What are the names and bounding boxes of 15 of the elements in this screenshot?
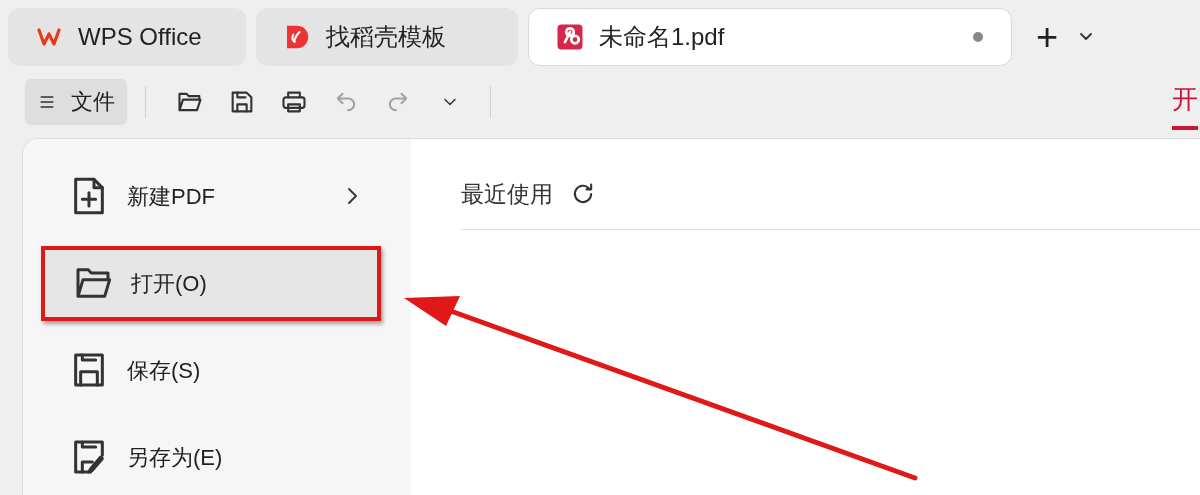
tab[interactable]: 找稻壳模板 bbox=[256, 7, 518, 66]
tab-label: 未命名1.pdf bbox=[599, 21, 726, 52]
new-tab-button[interactable]: + bbox=[1036, 17, 1059, 56]
menu-item[interactable]: 保存(S) bbox=[41, 332, 381, 408]
menu-item[interactable]: 新建PDF bbox=[41, 158, 381, 234]
ribbon-tab[interactable]: 开 bbox=[1172, 73, 1198, 130]
chevron-down-icon bbox=[1080, 33, 1093, 41]
file-menu-button[interactable]: 文件 bbox=[25, 78, 127, 125]
menu-item[interactable]: 另存为(E) bbox=[41, 419, 381, 495]
tab-label: 找稻壳模板 bbox=[326, 21, 447, 52]
tab[interactable]: 未命名1.pdf bbox=[528, 7, 1012, 66]
tab[interactable]: WPS Office bbox=[8, 7, 246, 66]
tab-label: WPS Office bbox=[78, 21, 203, 52]
menu-item[interactable]: 打开(O) bbox=[41, 245, 381, 321]
section-title: 最近使用 bbox=[461, 179, 553, 209]
